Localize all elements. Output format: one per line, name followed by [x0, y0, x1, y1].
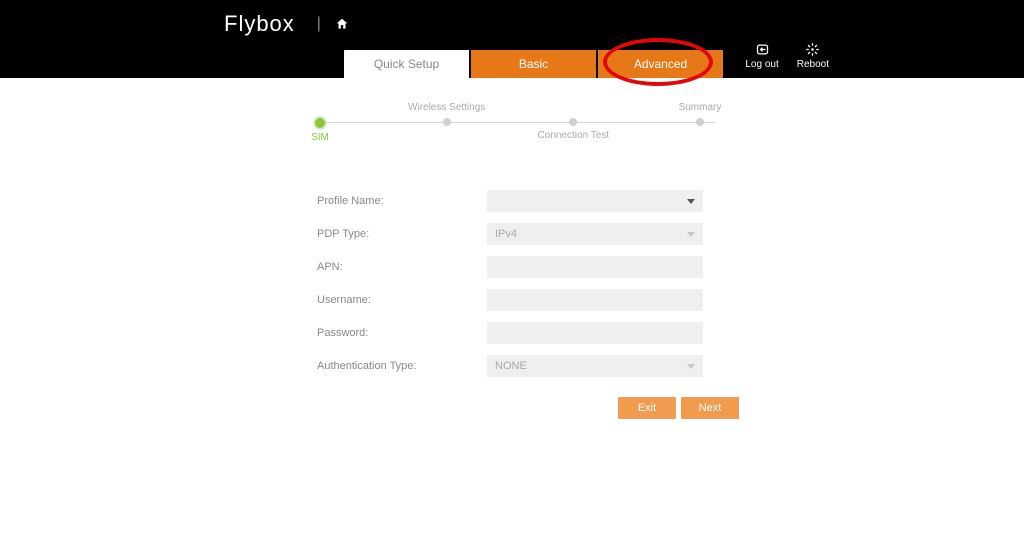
input-apn[interactable] [487, 256, 703, 278]
home-icon[interactable] [335, 17, 349, 31]
logout-label: Log out [745, 59, 778, 70]
row-auth-type: Authentication Type: NONE [317, 355, 707, 377]
brand-separator: | [317, 15, 321, 33]
reboot-label: Reboot [797, 59, 829, 70]
next-button-label: Next [699, 402, 722, 414]
select-pdp-type[interactable]: IPv4 [487, 223, 703, 245]
reboot-button[interactable]: Reboot [797, 41, 829, 70]
step-wireless: Wireless Settings [437, 102, 457, 148]
reboot-icon [805, 41, 820, 57]
tab-quick-setup[interactable]: Quick Setup [344, 50, 469, 78]
step-connection-dot [569, 118, 577, 126]
row-password: Password: [317, 322, 707, 344]
chevron-down-icon [687, 364, 695, 369]
label-apn: APN: [317, 261, 487, 273]
row-pdp-type: PDP Type: IPv4 [317, 223, 707, 245]
tab-advanced[interactable]: Advanced [598, 50, 723, 78]
step-summary-label: Summary [679, 102, 722, 118]
input-username[interactable] [487, 289, 703, 311]
row-username: Username: [317, 289, 707, 311]
label-pdp-type: PDP Type: [317, 228, 487, 240]
step-sim-dot [315, 118, 325, 128]
logout-icon [755, 41, 770, 57]
tab-quick-setup-label: Quick Setup [374, 57, 439, 71]
input-password[interactable] [487, 322, 703, 344]
brand-logo: Flybox [224, 11, 295, 37]
step-sim: SIM [310, 102, 330, 148]
select-auth-type-value: NONE [495, 360, 527, 372]
step-wireless-label: Wireless Settings [408, 102, 485, 118]
exit-button-label: Exit [638, 402, 656, 414]
step-sim-label: SIM [311, 132, 329, 148]
label-auth-type: Authentication Type: [317, 360, 487, 372]
next-button[interactable]: Next [681, 397, 739, 419]
select-profile-name[interactable] [487, 190, 703, 212]
label-username: Username: [317, 294, 487, 306]
header: Flybox | Quick Setup Basic Advanced Log … [0, 0, 1024, 78]
step-summary: Summary [690, 102, 710, 148]
exit-button[interactable]: Exit [618, 397, 676, 419]
chevron-down-icon [687, 232, 695, 237]
step-wireless-dot [443, 118, 451, 126]
label-password: Password: [317, 327, 487, 339]
brand-bar: Flybox | [0, 0, 1024, 48]
select-auth-type[interactable]: NONE [487, 355, 703, 377]
content: SIM Wireless Settings Connection Test Su… [0, 78, 1024, 419]
step-summary-dot [696, 118, 704, 126]
header-actions: Log out Reboot [745, 41, 829, 70]
sim-form: Profile Name: PDP Type: IPv4 APN: User [317, 190, 707, 377]
row-profile-name: Profile Name: [317, 190, 707, 212]
tab-advanced-label: Advanced [634, 57, 687, 71]
select-pdp-type-value: IPv4 [495, 228, 517, 240]
chevron-down-icon [687, 199, 695, 204]
button-row: Exit Next [317, 397, 739, 419]
row-apn: APN: [317, 256, 707, 278]
tab-basic-label: Basic [519, 57, 548, 71]
step-connection-label: Connection Test [538, 130, 610, 146]
step-connection-test: Connection Test [563, 102, 583, 148]
stepper: SIM Wireless Settings Connection Test Su… [300, 102, 720, 148]
tab-basic[interactable]: Basic [471, 50, 596, 78]
tab-row: Quick Setup Basic Advanced [344, 50, 725, 78]
logout-button[interactable]: Log out [745, 41, 778, 70]
label-profile-name: Profile Name: [317, 195, 487, 207]
